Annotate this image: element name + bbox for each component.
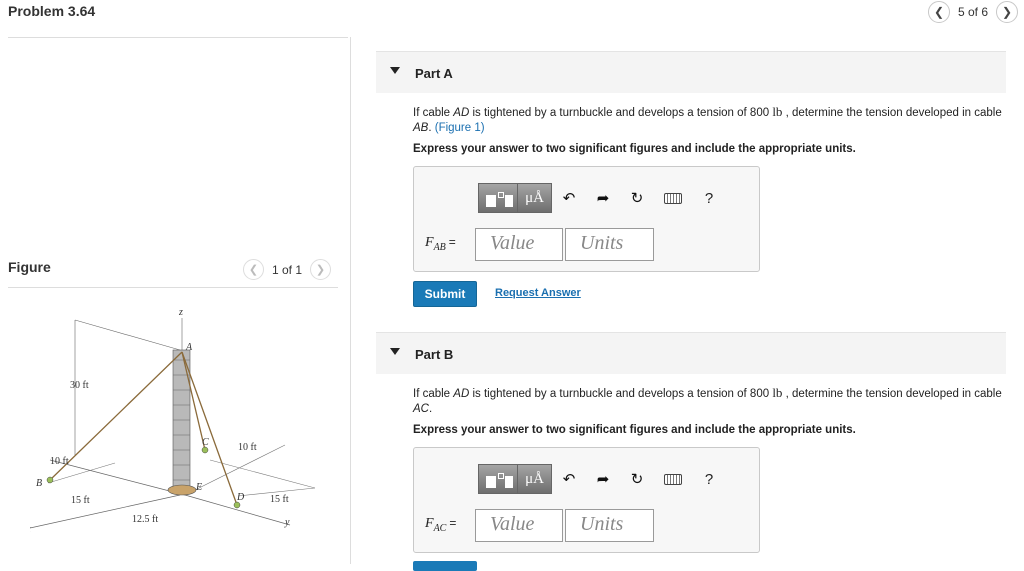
axis-label-x: x xyxy=(30,524,31,535)
templates-icon xyxy=(486,195,496,207)
units-input[interactable]: Units xyxy=(565,228,654,261)
templates-button[interactable] xyxy=(478,183,518,213)
caret-down-icon xyxy=(390,348,400,355)
help-button[interactable]: ? xyxy=(692,464,726,494)
submit-button[interactable]: Submit xyxy=(413,281,477,307)
request-answer-link[interactable]: Request Answer xyxy=(495,287,581,299)
part-a-question: If cable AD is tightened by a turnbuckle… xyxy=(413,104,1002,134)
variable-label: FAB = xyxy=(425,235,456,253)
undo-button[interactable]: ↶ xyxy=(552,464,586,494)
caret-down-icon xyxy=(390,67,400,74)
math-toolbar: μÅ ↶ ➦ ↻ ? xyxy=(478,464,726,494)
previous-figure-button[interactable]: ❮ xyxy=(243,259,264,280)
dimension-10ft-right: 10 ft xyxy=(238,442,257,453)
dimension-10ft-left: 10 ft xyxy=(50,456,69,467)
templates-icon xyxy=(486,476,496,488)
undo-button[interactable]: ↶ xyxy=(552,183,586,213)
part-a-answer-box: μÅ ↶ ➦ ↻ ? FAB = Value Units xyxy=(413,166,760,272)
value-input[interactable]: Value xyxy=(475,228,563,261)
help-button[interactable]: ? xyxy=(692,183,726,213)
next-figure-button[interactable]: ❯ xyxy=(310,259,332,280)
part-b-title: Part B xyxy=(415,347,454,362)
undo-icon: ↶ xyxy=(562,190,576,207)
point-label-b: B xyxy=(36,478,42,489)
variable-label: FAC = xyxy=(425,516,457,534)
part-a-title: Part A xyxy=(415,66,453,81)
reset-button[interactable]: ↻ xyxy=(620,183,654,213)
symbols-button[interactable]: μÅ xyxy=(518,183,552,213)
next-problem-button[interactable]: ❯ xyxy=(996,1,1018,23)
axis-label-z: z xyxy=(178,307,183,318)
divider xyxy=(8,287,338,288)
previous-problem-button[interactable]: ❮ xyxy=(927,1,950,23)
part-b-question: If cable AD is tightened by a turnbuckle… xyxy=(413,385,1002,415)
templates-button[interactable] xyxy=(478,464,518,494)
problem-pager: ❮ 5 of 6 ❯ xyxy=(927,1,1018,23)
math-toolbar: μÅ ↶ ➦ ↻ ? xyxy=(478,183,726,213)
figure-pager-text: 1 of 1 xyxy=(272,262,303,277)
redo-icon: ➦ xyxy=(596,471,610,488)
dimension-30ft: 30 ft xyxy=(70,380,89,391)
divider xyxy=(8,37,348,38)
figure-image[interactable]: z A B C D E x y 30 ft 10 ft 15 ft 12.5 f… xyxy=(30,300,330,550)
undo-icon: ↶ xyxy=(562,471,576,488)
submit-button[interactable] xyxy=(413,561,477,571)
point-label-c: C xyxy=(202,437,209,448)
point-label-d: D xyxy=(236,492,245,503)
value-input[interactable]: Value xyxy=(475,509,563,542)
part-b-answer-box: μÅ ↶ ➦ ↻ ? FAC = Value Units xyxy=(413,447,760,553)
keyboard-button[interactable] xyxy=(654,464,692,494)
problem-title: Problem 3.64 xyxy=(8,3,96,19)
problem-pager-text: 5 of 6 xyxy=(957,5,988,19)
units-input[interactable]: Units xyxy=(565,509,654,542)
header: Problem 3.64 ❮ 5 of 6 ❯ xyxy=(0,0,1024,26)
keyboard-icon xyxy=(664,192,682,204)
reset-button[interactable]: ↻ xyxy=(620,464,654,494)
redo-icon: ➦ xyxy=(596,190,610,207)
symbols-button[interactable]: μÅ xyxy=(518,464,552,494)
figure-heading: Figure xyxy=(8,259,51,275)
reset-icon: ↻ xyxy=(630,471,644,488)
redo-button[interactable]: ➦ xyxy=(586,183,620,213)
chevron-left-icon: ❮ xyxy=(933,5,944,19)
chevron-right-icon: ❯ xyxy=(315,264,326,276)
chevron-right-icon: ❯ xyxy=(1001,5,1013,19)
keyboard-button[interactable] xyxy=(654,183,692,213)
dimension-15ft-left: 15 ft xyxy=(71,495,90,506)
part-a-instruction: Express your answer to two significant f… xyxy=(413,143,856,155)
point-label-a: A xyxy=(185,342,193,353)
redo-button[interactable]: ➦ xyxy=(586,464,620,494)
part-a-header[interactable]: Part A xyxy=(376,51,1006,93)
part-b-header[interactable]: Part B xyxy=(376,332,1006,374)
figure-link[interactable]: (Figure 1) xyxy=(435,122,485,134)
figure-pager: ❮ 1 of 1 ❯ xyxy=(243,259,332,280)
part-b-instruction: Express your answer to two significant f… xyxy=(413,424,856,436)
point-label-e: E xyxy=(195,482,202,493)
keyboard-icon xyxy=(664,473,682,485)
axis-label-y: y xyxy=(284,517,290,528)
dimension-12-5ft: 12.5 ft xyxy=(132,514,158,525)
chevron-left-icon: ❮ xyxy=(248,264,259,276)
dimension-15ft-right: 15 ft xyxy=(270,494,289,505)
panel-divider xyxy=(350,37,351,564)
reset-icon: ↻ xyxy=(630,190,644,207)
